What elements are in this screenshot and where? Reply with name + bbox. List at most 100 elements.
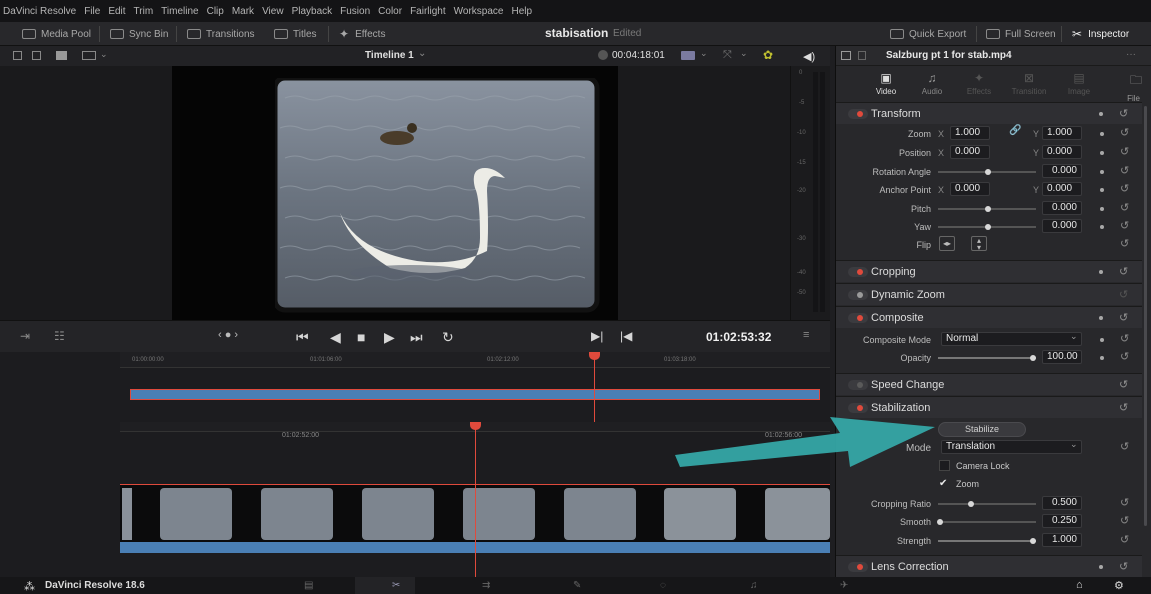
position-x-field[interactable]: 0.000 — [950, 145, 990, 159]
slider-knob[interactable] — [1030, 355, 1036, 361]
pitch-field[interactable]: 0.000 — [1042, 201, 1082, 215]
play-icon[interactable]: ▶ — [384, 329, 395, 346]
loop-icon[interactable]: ↻ — [442, 329, 454, 346]
cropping-ratio-field[interactable]: 0.500 — [1042, 496, 1082, 510]
color-page-icon[interactable]: ◌ — [660, 580, 666, 591]
menu-item-edit[interactable]: Edit — [108, 6, 125, 17]
speaker-icon[interactable]: ◀) — [803, 50, 815, 63]
reset-icon[interactable]: ↺ — [1120, 332, 1129, 345]
enable-dot[interactable] — [857, 564, 863, 570]
slider-knob[interactable] — [968, 501, 974, 507]
keyframe-dot[interactable] — [1099, 112, 1103, 116]
opacity-slider[interactable] — [938, 357, 1036, 359]
keyframe-dot[interactable] — [1099, 270, 1103, 274]
go-to-start-icon[interactable]: ⏮ — [296, 329, 309, 346]
reset-icon[interactable]: ↺ — [1120, 237, 1129, 250]
reset-icon[interactable]: ↺ — [1119, 560, 1128, 573]
slider-knob[interactable] — [1030, 538, 1036, 544]
color-wheel-icon[interactable]: ✿ — [763, 48, 773, 62]
reset-icon[interactable]: ↺ — [1119, 311, 1128, 324]
menu-item-fairlight[interactable]: Fairlight — [410, 6, 446, 17]
cropping-ratio-slider[interactable] — [938, 503, 1036, 505]
edit-page-tab[interactable]: ✂ — [355, 577, 415, 594]
home-icon[interactable]: ⌂ — [1076, 579, 1083, 591]
settings-icon[interactable]: ☷ — [54, 329, 65, 343]
chevron-down-icon[interactable]: ⌄ — [100, 49, 108, 60]
timeline-name[interactable]: Timeline 1 — [365, 50, 414, 61]
panel-icon[interactable] — [841, 51, 851, 60]
slider-knob[interactable] — [985, 206, 991, 212]
reset-icon[interactable]: ↺ — [1120, 126, 1129, 139]
enable-dot[interactable] — [857, 382, 863, 388]
fairlight-page-icon[interactable]: ♫ — [750, 580, 758, 591]
enable-dot[interactable] — [857, 315, 863, 321]
layout-icon[interactable] — [13, 51, 22, 60]
tab-file[interactable]: 🗀 File — [1082, 71, 1142, 103]
keyframe-dot[interactable] — [1100, 151, 1104, 155]
stab-mode-select[interactable]: Translation — [941, 440, 1082, 454]
keyframe-dot[interactable] — [1100, 207, 1104, 211]
transitions-button[interactable]: Transitions — [187, 26, 255, 42]
reset-icon[interactable]: ↺ — [1120, 164, 1129, 177]
menu-item-view[interactable]: View — [262, 6, 284, 17]
keyframe-dot[interactable] — [1099, 565, 1103, 569]
viewer-mode-icon[interactable] — [82, 51, 96, 60]
reset-icon[interactable]: ↺ — [1119, 288, 1128, 301]
rotation-field[interactable]: 0.000 — [1042, 164, 1082, 178]
section-composite[interactable]: Composite ↺ — [836, 306, 1142, 328]
reset-icon[interactable]: ↺ — [1120, 145, 1129, 158]
keyframe-dot[interactable] — [1100, 132, 1104, 136]
play-reverse-icon[interactable]: ◀ — [330, 329, 341, 346]
panel-icon[interactable] — [858, 51, 866, 60]
opacity-field[interactable]: 100.00 — [1042, 350, 1082, 364]
clip-bar[interactable] — [130, 389, 820, 400]
slider-knob[interactable] — [937, 519, 943, 525]
menu-item-clip[interactable]: Clip — [207, 6, 224, 17]
quick-export-button[interactable]: Quick Export — [890, 26, 966, 42]
chevron-down-icon[interactable]: ⌄ — [1070, 439, 1078, 450]
reset-icon[interactable]: ↺ — [1119, 265, 1128, 278]
reset-icon[interactable]: ↺ — [1120, 219, 1129, 232]
keyframe-dot[interactable] — [1100, 225, 1104, 229]
menu-item-color[interactable]: Color — [378, 6, 402, 17]
zoom-checkbox[interactable]: ✔ — [939, 478, 950, 489]
reset-icon[interactable]: ↺ — [1119, 401, 1128, 414]
slider-knob[interactable] — [985, 224, 991, 230]
chevron-down-icon[interactable]: ⌄ — [1070, 331, 1078, 342]
menu-item-trim[interactable]: Trim — [134, 6, 154, 17]
gear-icon[interactable]: ⚙ — [1114, 579, 1124, 592]
menu-item-help[interactable]: Help — [511, 6, 532, 17]
menu-item-app[interactable]: DaVinci Resolve — [3, 6, 76, 17]
output-icon[interactable] — [681, 51, 695, 60]
section-transform[interactable]: Transform ↺ — [836, 102, 1142, 124]
slider-knob[interactable] — [985, 169, 991, 175]
mark-in-icon[interactable]: ▶| — [591, 329, 603, 343]
ruler[interactable] — [120, 352, 830, 368]
menu-item-workspace[interactable]: Workspace — [454, 6, 504, 17]
flip-vertical-icon[interactable]: ▴ ▾ — [971, 236, 987, 252]
video-viewer[interactable] — [0, 66, 830, 320]
reset-icon[interactable]: ↺ — [1119, 378, 1128, 391]
menu-item-fusion[interactable]: Fusion — [340, 6, 370, 17]
layout-icon[interactable] — [32, 51, 41, 60]
scrollbar[interactable] — [1144, 106, 1147, 526]
deliver-page-icon[interactable]: ✈ — [840, 580, 848, 591]
chevron-down-icon[interactable]: ⌄ — [418, 48, 426, 59]
mark-out-icon[interactable]: |◀ — [620, 329, 632, 343]
zoom-x-field[interactable]: 1.000 — [950, 126, 990, 140]
section-cropping[interactable]: Cropping ↺ — [836, 260, 1142, 282]
effects-button[interactable]: ✦ Effects — [339, 26, 385, 42]
reset-icon[interactable]: ↺ — [1120, 533, 1129, 546]
more-icon[interactable]: ··· — [1126, 49, 1136, 60]
menu-item-file[interactable]: File — [84, 6, 100, 17]
go-to-end-icon[interactable]: ⏭ — [410, 329, 423, 346]
enable-dot[interactable] — [857, 292, 863, 298]
menu-icon[interactable]: ≡ — [803, 329, 809, 341]
stop-icon[interactable]: ■ — [357, 329, 365, 345]
titles-button[interactable]: Titles — [274, 26, 317, 42]
edit-mode-icon[interactable]: ⇥ — [20, 329, 30, 343]
inspector-button[interactable]: ✂ Inspector — [1072, 26, 1129, 42]
reset-icon[interactable]: ↺ — [1120, 514, 1129, 527]
link-icon[interactable]: 🔗 — [1009, 125, 1021, 136]
reset-icon[interactable]: ↺ — [1120, 496, 1129, 509]
